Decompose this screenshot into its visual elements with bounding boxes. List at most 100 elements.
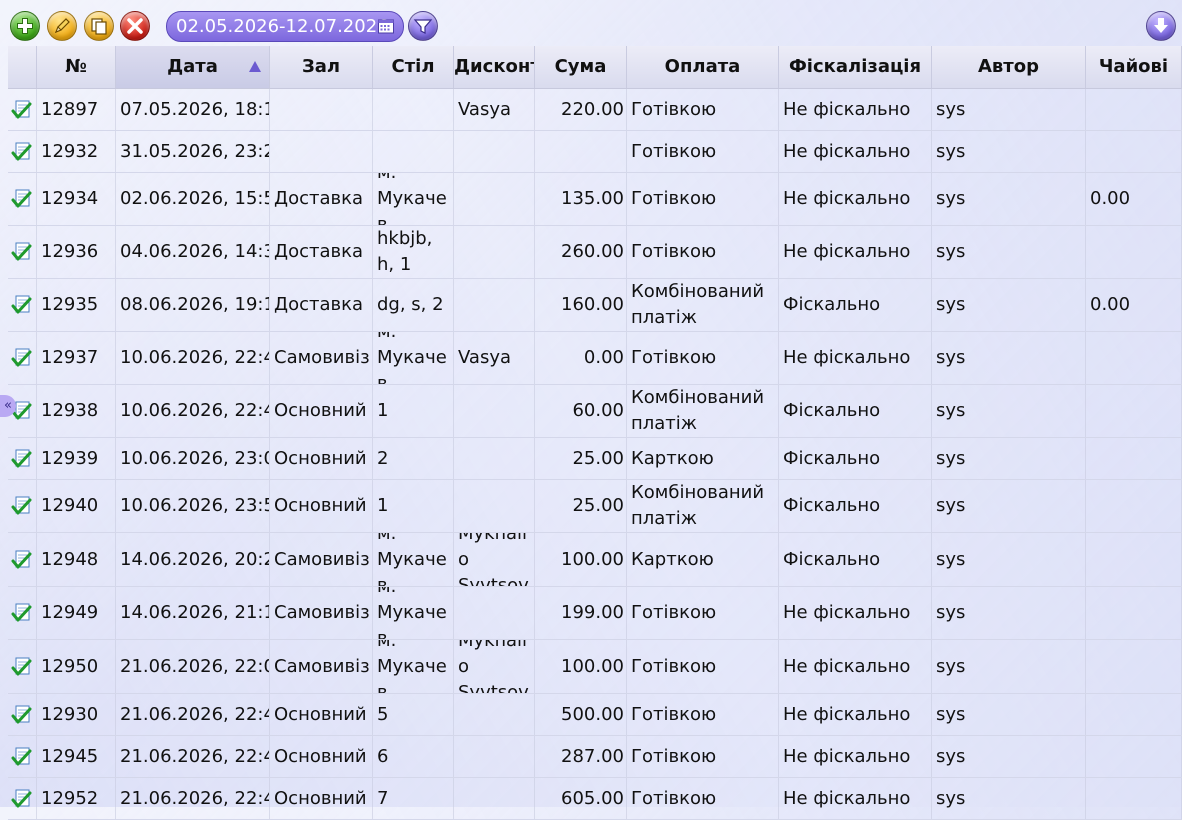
cell-date: 10.06.2026, 23:53: [116, 480, 270, 532]
cell-text: 12935: [41, 294, 99, 315]
cell-date: 02.06.2026, 15:56: [116, 173, 270, 225]
row-status-cell: [8, 131, 37, 172]
cell-text: 7: [377, 787, 389, 809]
cell-text: 21.06.2026, 22:46: [120, 703, 270, 725]
table-row[interactable]: 12897 07.05.2026, 18:10 Vasya 220.00 Готівко…: [8, 89, 1182, 131]
cell-text: Комбінований платіж: [631, 482, 765, 529]
table-row[interactable]: 12937 10.06.2026, 22:46Самовивіз м. Мукаче…: [8, 332, 1182, 385]
cell-text: 07.05.2026, 18:10: [120, 98, 270, 120]
table-row[interactable]: 12952 21.06.2026, 22:46 Основний 7 605.00 Гот…: [8, 778, 1182, 820]
cell-text: 14.06.2026, 20:23: [120, 548, 270, 570]
header-sum[interactable]: Сума: [535, 46, 627, 88]
cell-fiscal: Не фіскально: [779, 131, 932, 172]
cell-date: 10.06.2026, 22:47: [116, 385, 270, 437]
table-row[interactable]: 12949 14.06.2026, 21:15Самовивіз м. Мукаче…: [8, 587, 1182, 640]
cell-fiscal: Не фіскально: [779, 226, 932, 278]
download-button[interactable]: [1146, 11, 1176, 41]
cell-num: 12934: [37, 173, 116, 225]
cell-text: sys: [936, 400, 966, 421]
cell-table: м. Мукачев: [373, 587, 454, 639]
checked-document-icon: [11, 657, 32, 675]
cell-tips: [1086, 131, 1182, 172]
cell-text: Самовивіз: [274, 602, 370, 623]
table-row[interactable]: 12939 10.06.2026, 23:09 Основний 2 25.00 Карт…: [8, 438, 1182, 480]
cell-hall: Доставка: [270, 279, 373, 331]
table-row[interactable]: 12948 14.06.2026, 20:23 Самовивіз м. Мукаче…: [8, 533, 1182, 587]
edit-button[interactable]: [47, 11, 77, 41]
cell-payment: Готівкою: [627, 173, 779, 225]
checked-document-icon: [11, 449, 32, 467]
cell-author: sys: [932, 438, 1086, 479]
cell-discount: [454, 480, 535, 532]
table-row[interactable]: 12930 21.06.2026, 22:46 Основний 5 500.00 Гот…: [8, 694, 1182, 736]
cell-tips: [1086, 587, 1182, 639]
table-row[interactable]: 12934 02.06.2026, 15:56Доставка м. Мукачев…: [8, 173, 1182, 226]
cell-text: Не фіскально: [783, 241, 911, 262]
cell-text: Фіскально: [783, 548, 881, 570]
cell-discount: [454, 587, 535, 639]
cell-text: 12938: [41, 400, 99, 421]
header-tips[interactable]: Чайові: [1086, 46, 1182, 88]
toolbar: 02.05.2026-12.07.2026: [0, 0, 1182, 46]
cell-tips: [1086, 89, 1182, 130]
row-status-cell: [8, 778, 37, 819]
date-range-picker[interactable]: 02.05.2026-12.07.2026: [166, 11, 404, 42]
cell-text: 500.00: [561, 703, 624, 725]
copy-icon: [91, 18, 107, 35]
cell-hall: [270, 131, 373, 172]
cell-text: 12897: [41, 98, 99, 120]
cell-text: 12949: [41, 602, 99, 623]
cell-text: 12932: [41, 140, 99, 162]
table-row[interactable]: 12935 08.06.2026, 19:12 Доставка dg, s, 2 16…: [8, 279, 1182, 332]
checked-document-icon: [11, 142, 32, 160]
table-row[interactable]: 12940 10.06.2026, 23:53 Основний 1 25.00 Комб…: [8, 480, 1182, 533]
cell-discount: [454, 385, 535, 437]
cell-text: 220.00: [561, 98, 624, 120]
header-table[interactable]: Стіл: [373, 46, 454, 88]
cell-hall: Основний: [270, 694, 373, 735]
cell-num: 12938: [37, 385, 116, 437]
table-row[interactable]: 12950 21.06.2026, 22:02 Самовивіз м. Мукаче…: [8, 640, 1182, 694]
header-date[interactable]: Дата: [116, 46, 270, 88]
header-fiscal[interactable]: Фіскалізація: [779, 46, 932, 88]
cell-text: 12940: [41, 495, 99, 516]
cell-text: Основний: [274, 703, 367, 725]
cell-payment: Комбінований платіж: [627, 385, 779, 437]
row-status-cell: [8, 332, 37, 384]
filter-button[interactable]: [408, 11, 438, 41]
cell-fiscal: Не фіскально: [779, 173, 932, 225]
table-row[interactable]: 12932 31.05.2026, 23:28 Готівкою Не фіскаль…: [8, 131, 1182, 173]
table-row[interactable]: 12936 04.06.2026, 14:34 Доставка hkbjb, h, …: [8, 226, 1182, 279]
header-payment[interactable]: Оплата: [627, 46, 779, 88]
cell-num: 12939: [37, 438, 116, 479]
table-header: № Дата Зал Стіл Дисконт Сума Оплата Фіскалізаці…: [8, 46, 1182, 89]
copy-button[interactable]: [84, 11, 114, 41]
cell-payment: Готівкою: [627, 694, 779, 735]
cell-text: 10.06.2026, 23:53: [120, 495, 270, 516]
cell-text: Готівкою: [631, 787, 717, 809]
cell-fiscal: Не фіскально: [779, 587, 932, 639]
header-label: Стіл: [391, 56, 435, 77]
cell-text: 12930: [41, 703, 99, 725]
header-number[interactable]: №: [37, 46, 116, 88]
header-discount[interactable]: Дисконт: [454, 46, 535, 88]
cell-text: 12952: [41, 787, 99, 809]
cell-num: 12937: [37, 332, 116, 384]
cell-date: 21.06.2026, 22:46: [116, 736, 270, 777]
header-author[interactable]: Автор: [932, 46, 1086, 88]
table-row[interactable]: 12938 10.06.2026, 22:47 Основний 1 60.00 Комб…: [8, 385, 1182, 438]
cell-text: sys: [936, 787, 966, 809]
add-button[interactable]: [10, 11, 40, 41]
cell-text: sys: [936, 241, 966, 262]
cell-text: Карткою: [631, 447, 714, 469]
header-hall[interactable]: Зал: [270, 46, 373, 88]
cell-num: 12932: [37, 131, 116, 172]
delete-button[interactable]: [120, 11, 150, 41]
cell-text: 04.06.2026, 14:34: [120, 241, 270, 262]
checked-document-icon: [11, 348, 32, 367]
cell-text: Доставка: [274, 241, 363, 262]
table-row[interactable]: 12945 21.06.2026, 22:46 Основний 6 287.00 Гот…: [8, 736, 1182, 778]
cell-table: 1: [373, 385, 454, 437]
cell-num: 12930: [37, 694, 116, 735]
checked-document-icon: [11, 603, 32, 622]
